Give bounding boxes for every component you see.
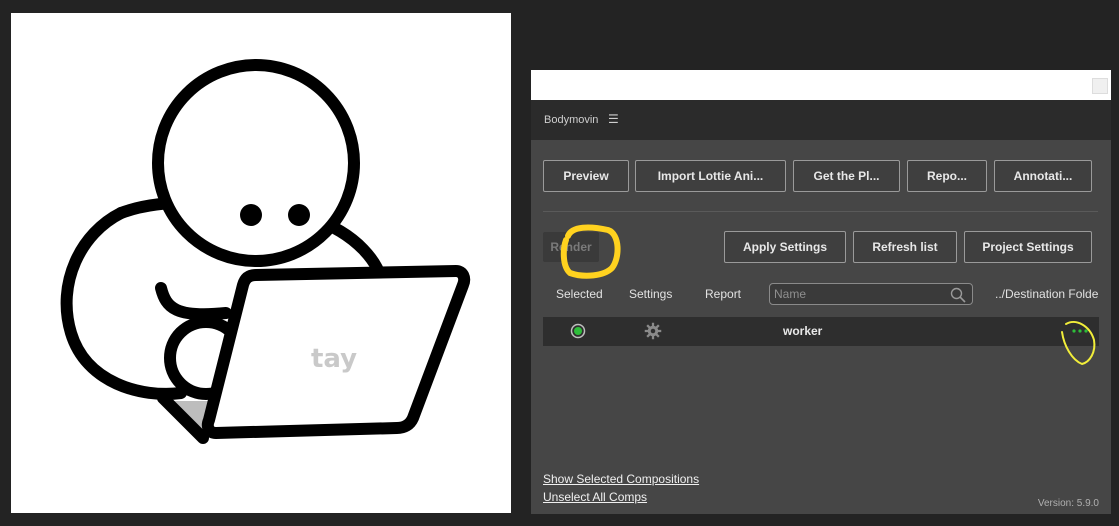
- column-report: Report: [705, 287, 742, 301]
- search-icon[interactable]: [950, 287, 966, 303]
- refresh-list-button[interactable]: Refresh list: [853, 231, 957, 263]
- bodymovin-panel: Bodymovin ☰ Preview Import Lottie Ani...…: [531, 70, 1111, 514]
- project-settings-button[interactable]: Project Settings: [964, 231, 1092, 263]
- panel-title-bar: [531, 70, 1111, 100]
- column-settings: Settings: [629, 287, 673, 301]
- get-plugins-button[interactable]: Get the Pl...: [793, 160, 900, 192]
- watermark-text: tay: [311, 344, 357, 374]
- composition-name: worker: [783, 324, 823, 338]
- panel-tab-bar: Bodymovin ☰: [531, 100, 1111, 140]
- import-lottie-button[interactable]: Import Lottie Ani...: [635, 160, 786, 192]
- animation-preview-canvas: tay: [11, 13, 511, 513]
- version-label: Version: 5.9.0: [1037, 498, 1099, 509]
- annotations-button[interactable]: Annotati...: [994, 160, 1092, 192]
- apply-settings-button[interactable]: Apply Settings: [724, 231, 846, 263]
- render-button[interactable]: Render: [543, 232, 599, 262]
- more-options-icon[interactable]: [1070, 324, 1090, 338]
- column-destination: ../Destination Folde: [995, 287, 1099, 301]
- report-button[interactable]: Repo...: [907, 160, 987, 192]
- close-icon[interactable]: [1092, 78, 1108, 94]
- composition-row[interactable]: worker: [543, 317, 1099, 346]
- search-box[interactable]: [769, 283, 973, 305]
- gear-icon[interactable]: [644, 322, 662, 340]
- search-input[interactable]: [774, 286, 944, 302]
- panel-title: Bodymovin: [544, 114, 599, 126]
- worker-illustration: tay: [60, 59, 471, 444]
- preview-button[interactable]: Preview: [543, 160, 629, 192]
- divider: [543, 211, 1098, 212]
- selected-radio-icon[interactable]: [570, 323, 586, 339]
- hamburger-icon[interactable]: ☰: [608, 112, 619, 126]
- unselect-all-comps-link[interactable]: Unselect All Comps: [543, 490, 647, 504]
- column-selected: Selected: [556, 287, 603, 301]
- show-selected-compositions-link[interactable]: Show Selected Compositions: [543, 472, 699, 486]
